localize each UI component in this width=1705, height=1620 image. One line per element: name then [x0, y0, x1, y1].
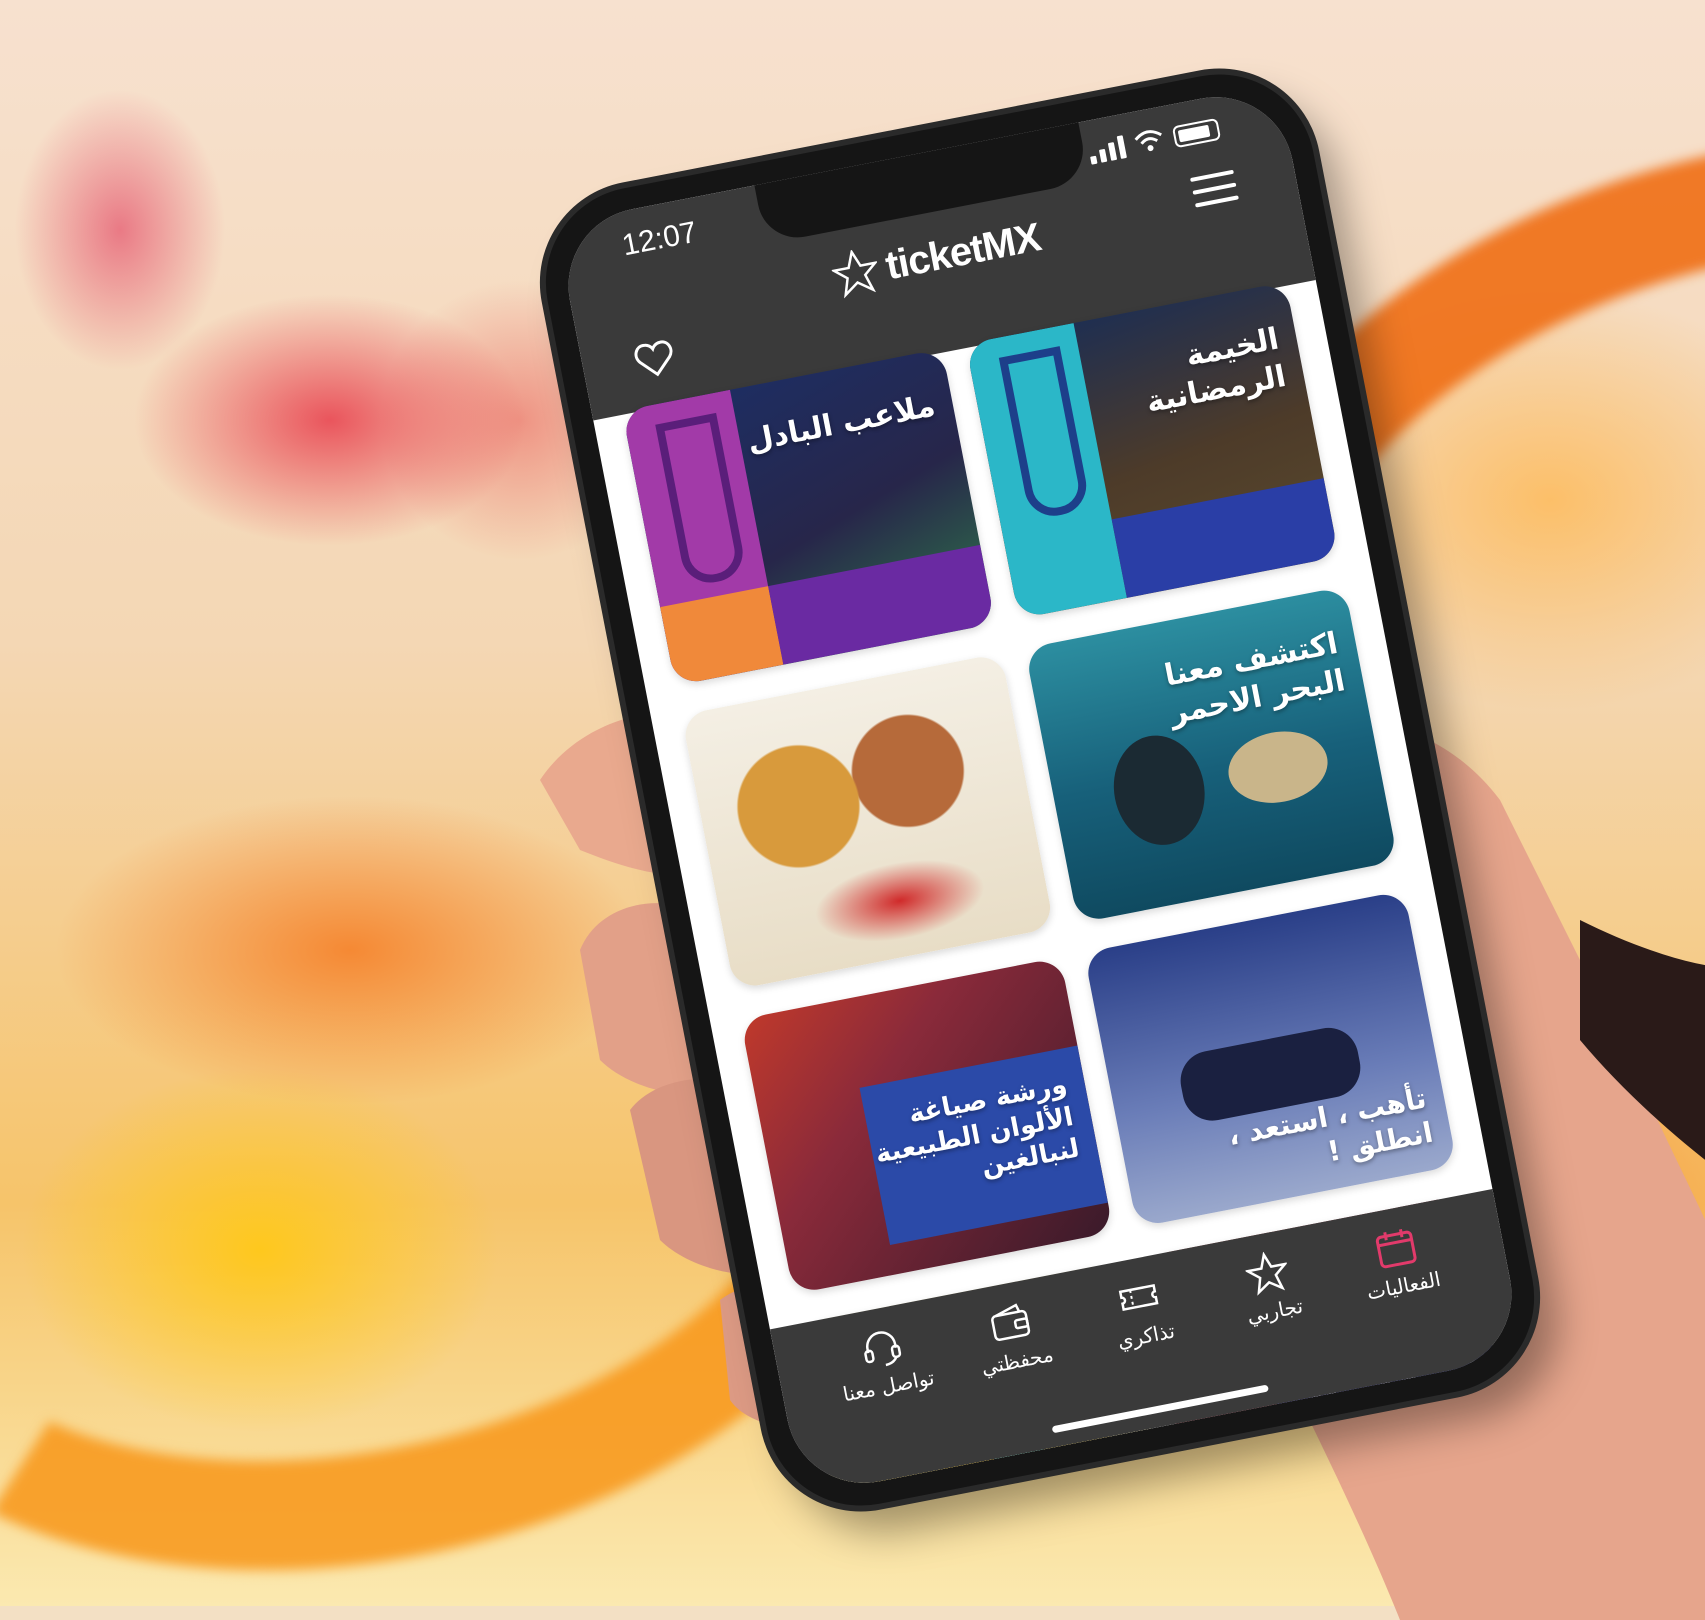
- event-card-dye-workshop[interactable]: ورشة صياغة الألوان الطبيعية لنبالغين: [740, 957, 1114, 1295]
- nav-experiences[interactable]: تجاربي: [1209, 1241, 1346, 1411]
- hamburger-icon-line: [1194, 195, 1239, 208]
- nav-contact-us[interactable]: تواصل معنا: [823, 1316, 960, 1486]
- event-card-padel[interactable]: ملاعب البادل: [621, 348, 996, 686]
- headset-icon: [863, 1331, 901, 1367]
- ticket-icon: [1118, 1283, 1159, 1312]
- hamburger-icon-line: [1190, 169, 1234, 183]
- event-card-ramadan-tent[interactable]: الخيمة الرمضانية: [965, 281, 1339, 619]
- event-card-karting[interactable]: تأهب ، استعد ، انطلق !: [1083, 890, 1458, 1228]
- diver-image: [1104, 727, 1214, 853]
- nav-label: محفظتي: [979, 1342, 1056, 1380]
- event-card-red-sea-diving[interactable]: اكتشف معنا البحر الاحمر: [1024, 586, 1399, 924]
- nav-label: تواصل معنا: [840, 1365, 937, 1407]
- status-time: 12:07: [619, 215, 700, 263]
- wifi-icon: [1134, 130, 1162, 152]
- hamburger-icon-line: [1192, 182, 1237, 195]
- battery-icon: [1171, 117, 1222, 149]
- event-card-movie-poster[interactable]: [681, 652, 1055, 990]
- wallet-icon: [990, 1303, 1030, 1342]
- event-title: ملاعب البادل: [744, 388, 939, 460]
- ticket-star-logo-icon: [830, 248, 879, 299]
- calendar-icon: [1376, 1228, 1417, 1269]
- info-strip: [1111, 478, 1339, 598]
- star-icon: [1244, 1251, 1289, 1296]
- logo-text: ticketMX: [881, 214, 1044, 288]
- nav-wallet[interactable]: محفظتي: [952, 1291, 1089, 1461]
- favorites-heart-icon[interactable]: [631, 336, 678, 383]
- signal-icon: [1087, 135, 1127, 165]
- nav-label: تذاكري: [1115, 1318, 1177, 1354]
- nav-label: تجاربي: [1244, 1293, 1305, 1328]
- nav-events[interactable]: الفعاليات: [1338, 1216, 1475, 1386]
- status-icons: [1087, 116, 1222, 165]
- nav-label: الفعاليات: [1364, 1266, 1443, 1305]
- event-title: الخيمة الرمضانية: [1143, 321, 1289, 420]
- menu-button[interactable]: [1190, 169, 1240, 212]
- event-title: اكتشف معنا البحر الاحمر: [1161, 625, 1348, 731]
- info-strip: [768, 544, 996, 665]
- turtle-image: [1222, 723, 1334, 812]
- app-logo: ticketMX: [829, 214, 1044, 299]
